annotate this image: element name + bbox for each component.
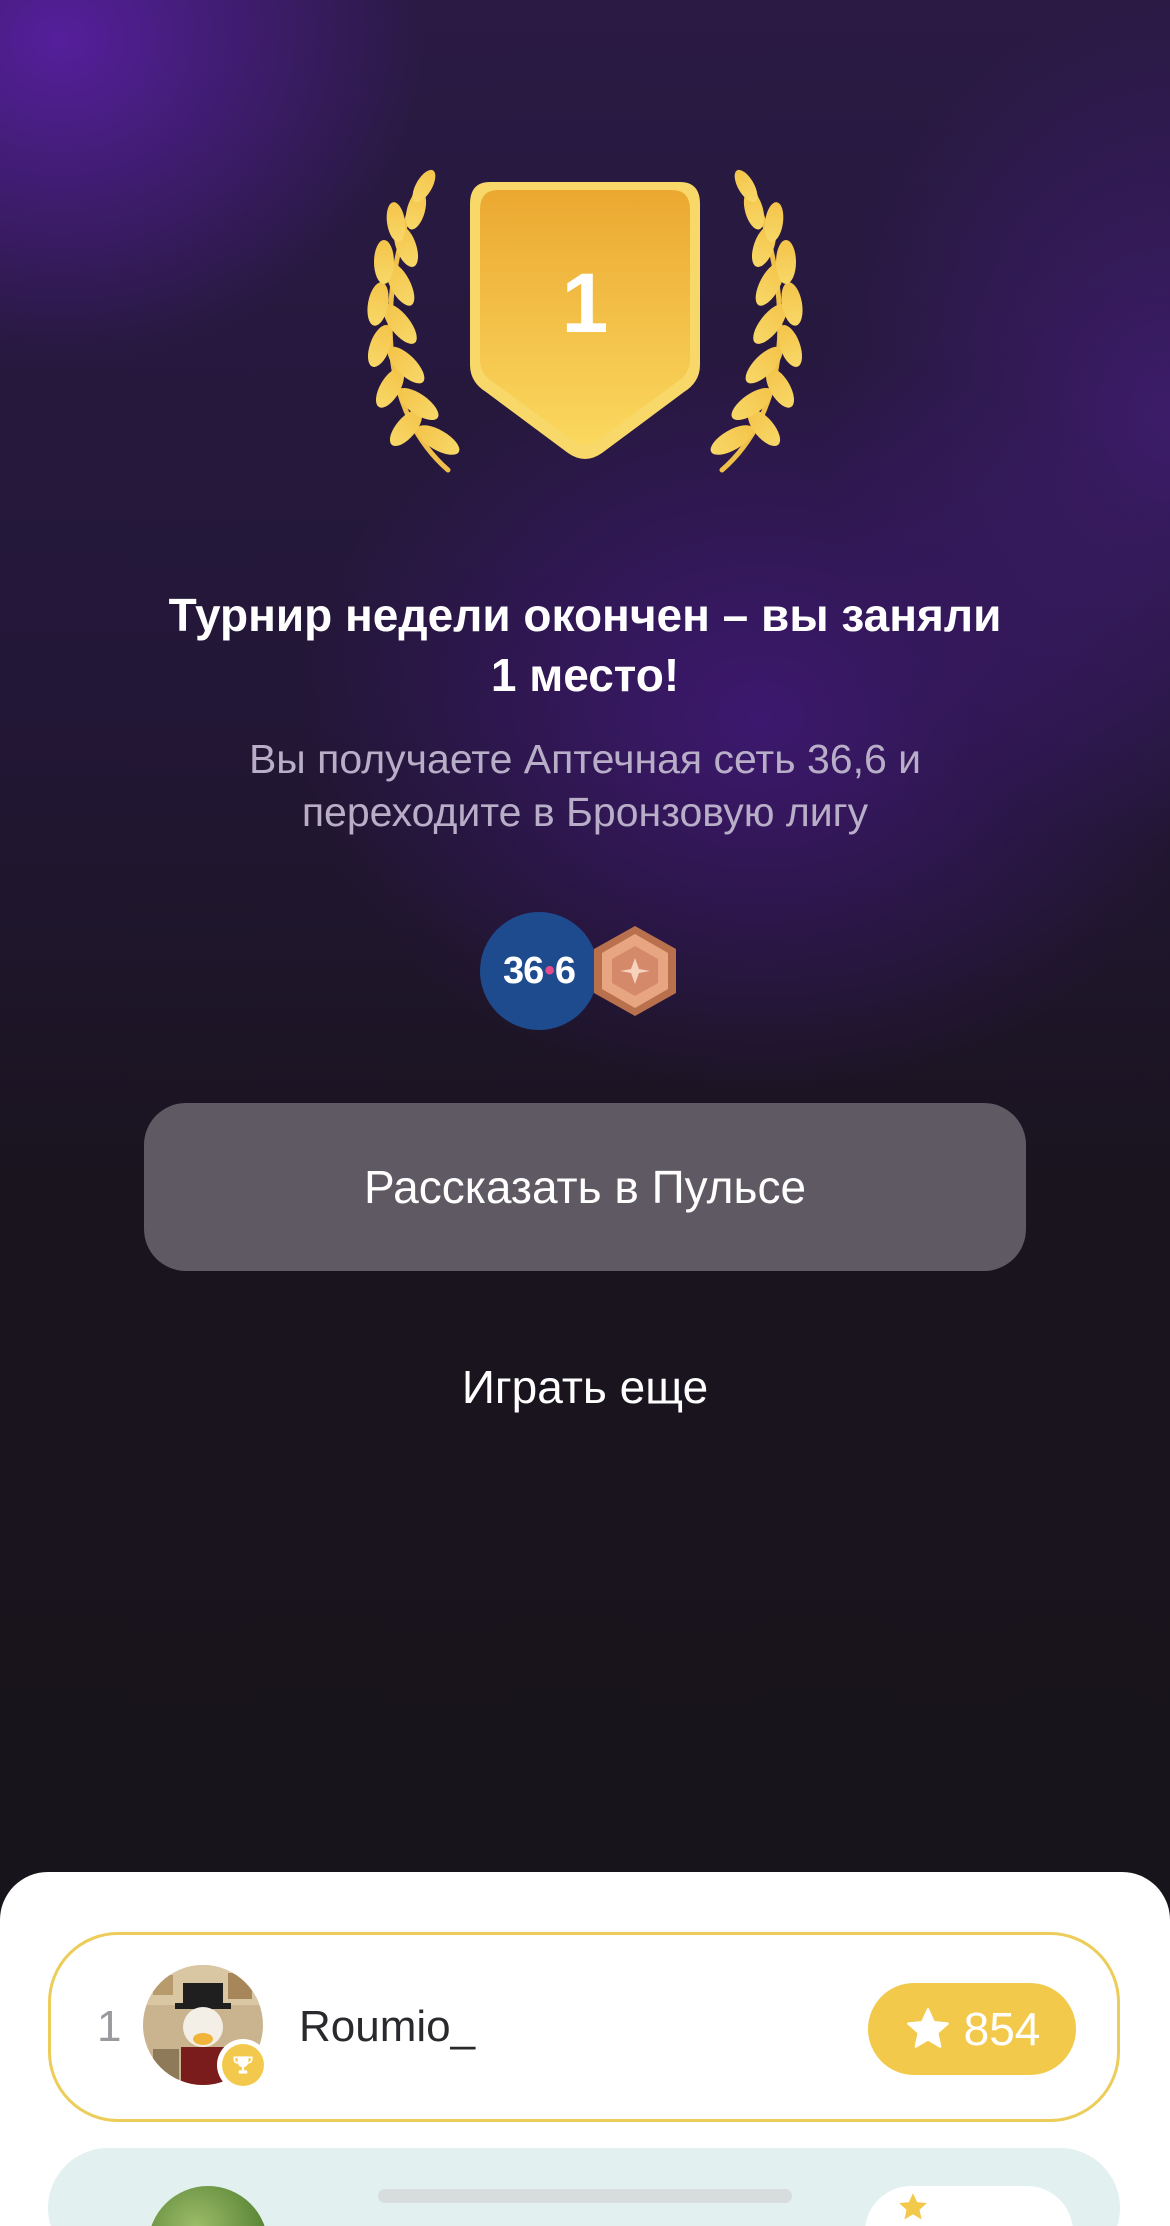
score-badge: 854: [868, 1983, 1076, 2075]
place-number: 1: [562, 256, 609, 350]
share-in-pulse-button[interactable]: Рассказать в Пульсе: [144, 1103, 1026, 1271]
shield-icon: 1: [470, 182, 700, 459]
star-icon: [899, 2193, 927, 2220]
leaderboard-sheet: 1 Roumio_ 854: [0, 1872, 1170, 2226]
star-icon: [906, 2008, 949, 2048]
play-again-link[interactable]: Играть еще: [380, 1355, 790, 1419]
username: Roumio_: [299, 2002, 476, 2051]
trophy-icon: [222, 2044, 264, 2086]
rewards-row: 36 • 6: [480, 910, 680, 1032]
sheet-drag-handle[interactable]: [378, 2189, 792, 2203]
leaderboard-row-current-user[interactable]: 1 Roumio_ 854: [48, 1932, 1120, 2122]
trophy-badge: [217, 2039, 269, 2091]
first-place-award: 1: [367, 169, 803, 473]
score-value: 854: [963, 2003, 1041, 2055]
bronze-league-hexagon-icon: [594, 926, 676, 1016]
rank-number: 1: [97, 2002, 122, 2051]
avatar: [148, 2186, 268, 2226]
laurel-left-icon: [367, 169, 460, 473]
leaderboard-row-next[interactable]: [48, 2148, 1120, 2226]
result-title: Турнир недели окончен – вы заняли 1 мест…: [168, 589, 1002, 701]
laurel-right-icon: [710, 169, 803, 473]
result-subtitle: Вы получаете Аптечная сеть 36,6 и перехо…: [248, 736, 922, 835]
pharmacy-36-6-logo: 36 • 6: [480, 912, 598, 1030]
